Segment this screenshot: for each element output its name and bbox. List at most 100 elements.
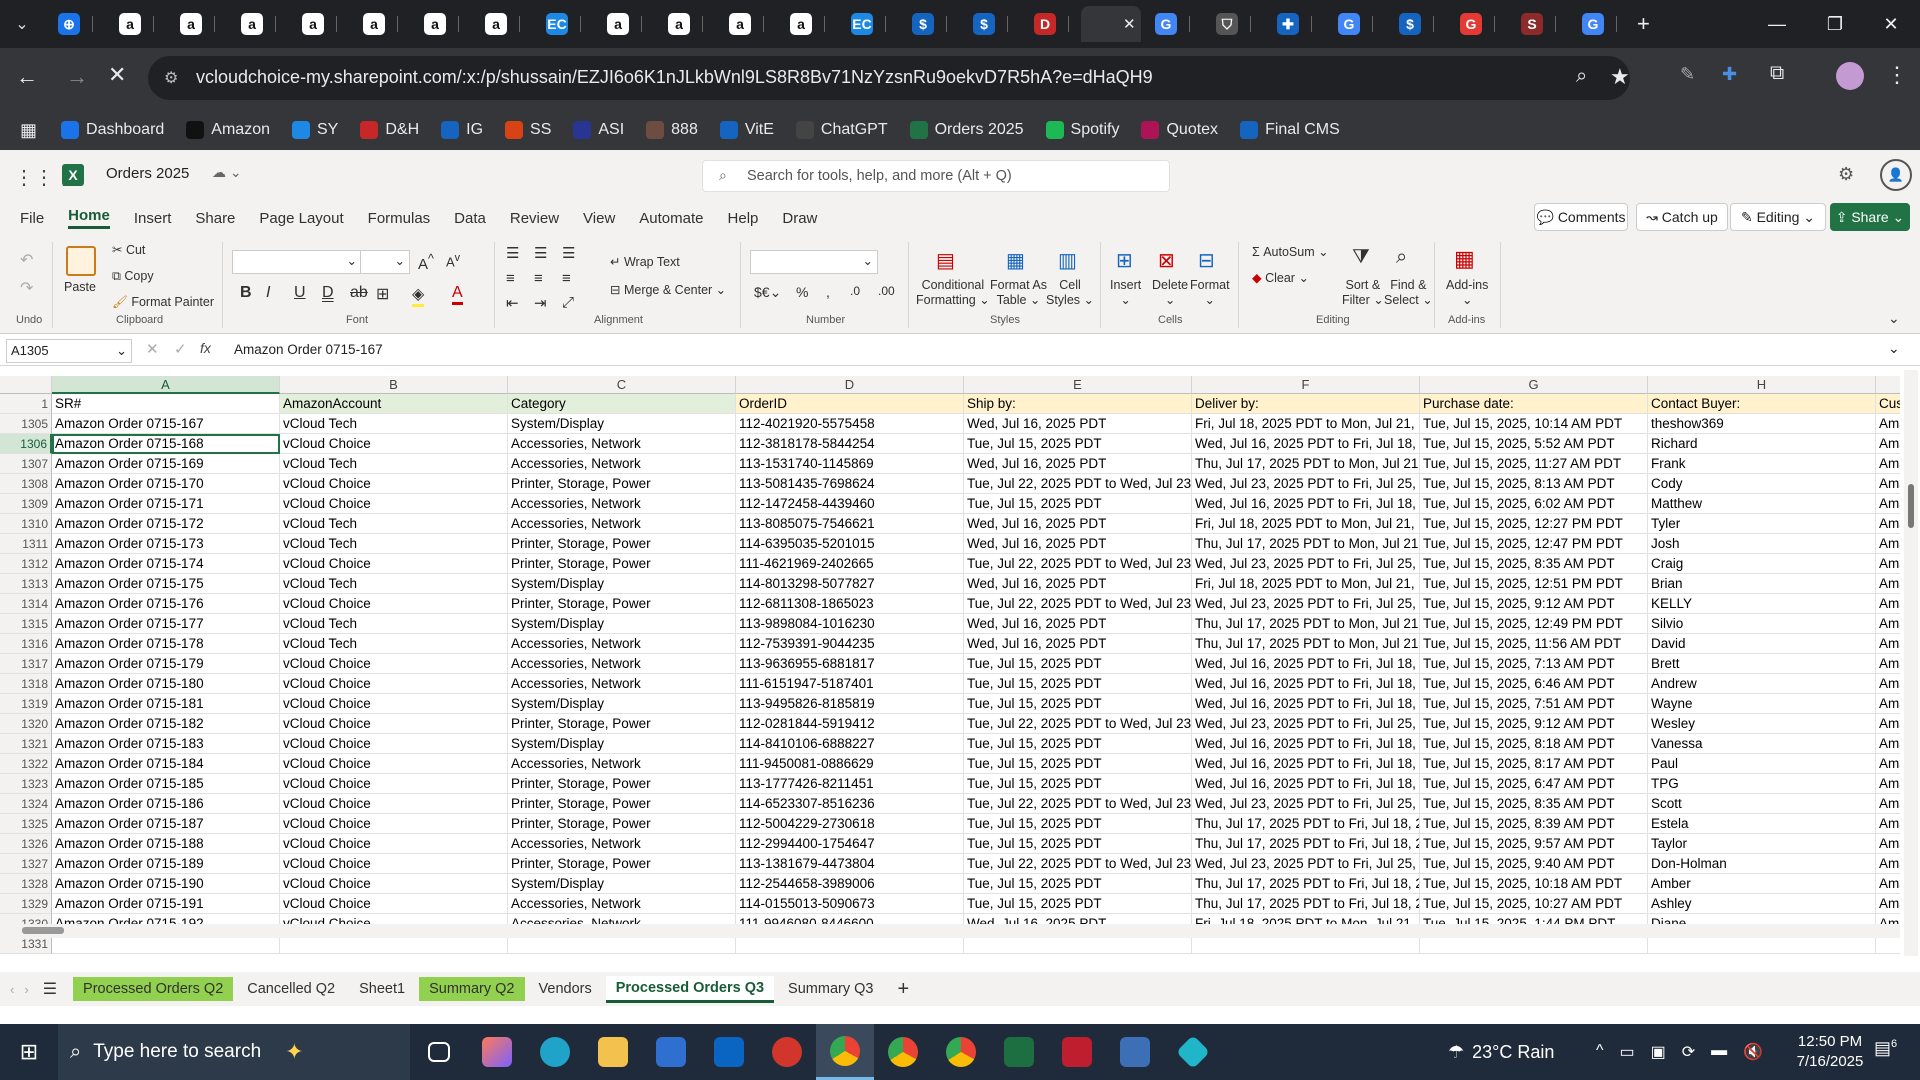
table-cell[interactable]: Accessories, Network bbox=[508, 894, 736, 914]
table-cell[interactable]: System/Display bbox=[508, 414, 736, 434]
table-cell[interactable]: Wed, Jul 23, 2025 PDT to Fri, Jul 25, 20… bbox=[1192, 794, 1420, 814]
bookmark-star-icon[interactable]: ★ bbox=[1610, 64, 1630, 90]
clock[interactable]: 12:50 PM 7/16/2025 bbox=[1792, 1032, 1868, 1072]
table-cell[interactable]: Thu, Jul 17, 2025 PDT to Fri, Jul 18, 20… bbox=[1192, 874, 1420, 894]
table-cell[interactable]: Amaz bbox=[1876, 714, 1900, 734]
bookmark-8[interactable]: VitE bbox=[719, 121, 774, 139]
table-cell[interactable]: Amaz bbox=[1876, 574, 1900, 594]
scrollbar-thumb[interactable] bbox=[1908, 484, 1914, 528]
collapse-ribbon-icon[interactable]: ⌄ bbox=[1888, 310, 1900, 327]
table-cell[interactable]: Amazon Order 0715-175 bbox=[52, 574, 280, 594]
table-cell[interactable]: Tue, Jul 15, 2025, 8:39 AM PDT bbox=[1420, 814, 1648, 834]
table-cell[interactable]: vCloud Choice bbox=[280, 694, 508, 714]
table-cell[interactable]: Tue, Jul 15, 2025, 8:13 AM PDT bbox=[1420, 474, 1648, 494]
add-sheet-icon[interactable]: + bbox=[897, 978, 909, 1001]
table-cell[interactable]: vCloud Choice bbox=[280, 554, 508, 574]
column-title[interactable]: Custo bbox=[1876, 394, 1900, 414]
tab-view[interactable]: View bbox=[583, 210, 615, 227]
column-title[interactable]: SR# bbox=[52, 394, 280, 414]
table-cell[interactable]: David bbox=[1648, 634, 1876, 654]
row-header[interactable]: 1324 bbox=[0, 794, 52, 814]
bookmark-2[interactable]: SY bbox=[292, 121, 338, 139]
confirm-check-icon[interactable]: ✓ bbox=[174, 340, 187, 358]
teams-icon[interactable] bbox=[758, 1024, 816, 1080]
table-cell[interactable]: 113-1531740-1145869 bbox=[736, 454, 964, 474]
tab-share[interactable]: Share bbox=[195, 210, 235, 227]
table-cell[interactable]: Tue, Jul 22, 2025 PDT to Wed, Jul 23, 20… bbox=[964, 594, 1192, 614]
undo-icon[interactable]: ↶ bbox=[20, 250, 33, 270]
column-title[interactable]: Category bbox=[508, 394, 736, 414]
table-cell[interactable]: Printer, Storage, Power bbox=[508, 714, 736, 734]
table-cell[interactable]: 112-7539391-9044235 bbox=[736, 634, 964, 654]
browser-tab-5[interactable]: a bbox=[349, 6, 410, 42]
table-cell[interactable]: 114-8410106-6888227 bbox=[736, 734, 964, 754]
decrease-indent-icon[interactable]: ⇤ bbox=[506, 294, 519, 312]
table-cell[interactable]: Accessories, Network bbox=[508, 634, 736, 654]
table-cell[interactable]: System/Display bbox=[508, 614, 736, 634]
back-arrow-icon[interactable]: ← bbox=[16, 64, 38, 90]
table-cell[interactable]: vCloud Choice bbox=[280, 494, 508, 514]
tab-automate[interactable]: Automate bbox=[639, 210, 703, 227]
table-cell[interactable]: Josh bbox=[1648, 534, 1876, 554]
table-cell[interactable]: Printer, Storage, Power bbox=[508, 794, 736, 814]
table-cell[interactable]: 112-3818178-5844254 bbox=[736, 434, 964, 454]
table-cell[interactable]: Richard bbox=[1648, 434, 1876, 454]
table-cell[interactable]: 114-8013298-5077827 bbox=[736, 574, 964, 594]
table-cell[interactable]: Tue, Jul 15, 2025 PDT bbox=[964, 834, 1192, 854]
sheet-tab-2[interactable]: Sheet1 bbox=[349, 977, 415, 1001]
table-cell[interactable]: Amaz bbox=[1876, 474, 1900, 494]
browser-tab-24[interactable]: S bbox=[1507, 6, 1568, 42]
font-color-icon[interactable]: A bbox=[452, 284, 463, 305]
table-cell[interactable]: Amazon Order 0715-187 bbox=[52, 814, 280, 834]
format-cells-button[interactable]: Format ⌄ bbox=[1190, 278, 1230, 307]
bookmark-10[interactable]: Orders 2025 bbox=[909, 121, 1024, 139]
table-cell[interactable]: Taylor bbox=[1648, 834, 1876, 854]
table-cell[interactable]: 113-1777426-8211451 bbox=[736, 774, 964, 794]
bookmark-13[interactable]: Final CMS bbox=[1240, 121, 1340, 139]
table-cell[interactable]: Tue, Jul 15, 2025, 9:12 AM PDT bbox=[1420, 594, 1648, 614]
table-cell[interactable]: Frank bbox=[1648, 454, 1876, 474]
table-cell[interactable]: Tue, Jul 15, 2025, 8:17 AM PDT bbox=[1420, 754, 1648, 774]
edge-icon[interactable] bbox=[526, 1024, 584, 1080]
column-title[interactable]: Ship by: bbox=[964, 394, 1192, 414]
table-cell[interactable]: Wed, Jul 16, 2025 PDT bbox=[964, 534, 1192, 554]
table-cell[interactable]: Accessories, Network bbox=[508, 834, 736, 854]
table-cell[interactable]: Wed, Jul 16, 2025 PDT to Fri, Jul 18, 20… bbox=[1192, 734, 1420, 754]
table-cell[interactable]: Tue, Jul 15, 2025, 9:40 AM PDT bbox=[1420, 854, 1648, 874]
column-header-d[interactable]: D bbox=[736, 376, 964, 394]
find-select-button[interactable]: Find & Select ⌄ bbox=[1384, 278, 1433, 308]
browser-tab-16[interactable]: D bbox=[1020, 6, 1081, 42]
tab-formulas[interactable]: Formulas bbox=[368, 210, 431, 227]
tab-file[interactable]: File bbox=[20, 210, 44, 227]
table-cell[interactable]: Tue, Jul 15, 2025, 6:47 AM PDT bbox=[1420, 774, 1648, 794]
weather-widget[interactable]: ☂ 23°C Rain bbox=[1448, 1042, 1554, 1063]
next-sheet-icon[interactable]: › bbox=[24, 982, 28, 997]
addins-button[interactable]: Add-ins ⌄ bbox=[1446, 278, 1488, 307]
table-cell[interactable]: 113-1381679-4473804 bbox=[736, 854, 964, 874]
column-header-h[interactable]: H bbox=[1648, 376, 1876, 394]
table-cell[interactable]: Amazon Order 0715-170 bbox=[52, 474, 280, 494]
bookmark-5[interactable]: SS bbox=[505, 121, 551, 139]
align-right-icon[interactable]: ≡ bbox=[562, 270, 571, 287]
table-cell[interactable]: Amaz bbox=[1876, 854, 1900, 874]
table-cell[interactable]: Amaz bbox=[1876, 454, 1900, 474]
double-underline-icon[interactable]: D bbox=[322, 284, 334, 302]
row-header[interactable]: 1323 bbox=[0, 774, 52, 794]
font-family-select[interactable]: ⌄ bbox=[232, 250, 362, 274]
row-header[interactable]: 1321 bbox=[0, 734, 52, 754]
maximize-icon[interactable]: ❐ bbox=[1806, 0, 1864, 48]
table-cell[interactable]: Wed, Jul 16, 2025 PDT bbox=[964, 514, 1192, 534]
table-cell[interactable]: Tue, Jul 15, 2025, 8:18 AM PDT bbox=[1420, 734, 1648, 754]
table-cell[interactable]: Accessories, Network bbox=[508, 434, 736, 454]
table-cell[interactable]: Tue, Jul 15, 2025, 7:13 AM PDT bbox=[1420, 654, 1648, 674]
table-cell[interactable]: Printer, Storage, Power bbox=[508, 854, 736, 874]
table-cell[interactable]: Thu, Jul 17, 2025 PDT to Mon, Jul 21, 20… bbox=[1192, 634, 1420, 654]
table-cell[interactable]: vCloud Tech bbox=[280, 574, 508, 594]
currency-icon[interactable]: $€⌄ bbox=[754, 284, 781, 301]
bold-icon[interactable]: B bbox=[240, 284, 252, 302]
all-sheets-menu-icon[interactable]: ☰ bbox=[43, 979, 57, 999]
table-cell[interactable]: Amazon Order 0715-181 bbox=[52, 694, 280, 714]
table-cell[interactable]: Tue, Jul 15, 2025 PDT bbox=[964, 494, 1192, 514]
row-header[interactable]: 1310 bbox=[0, 514, 52, 534]
column-header-a[interactable]: A bbox=[52, 376, 280, 394]
